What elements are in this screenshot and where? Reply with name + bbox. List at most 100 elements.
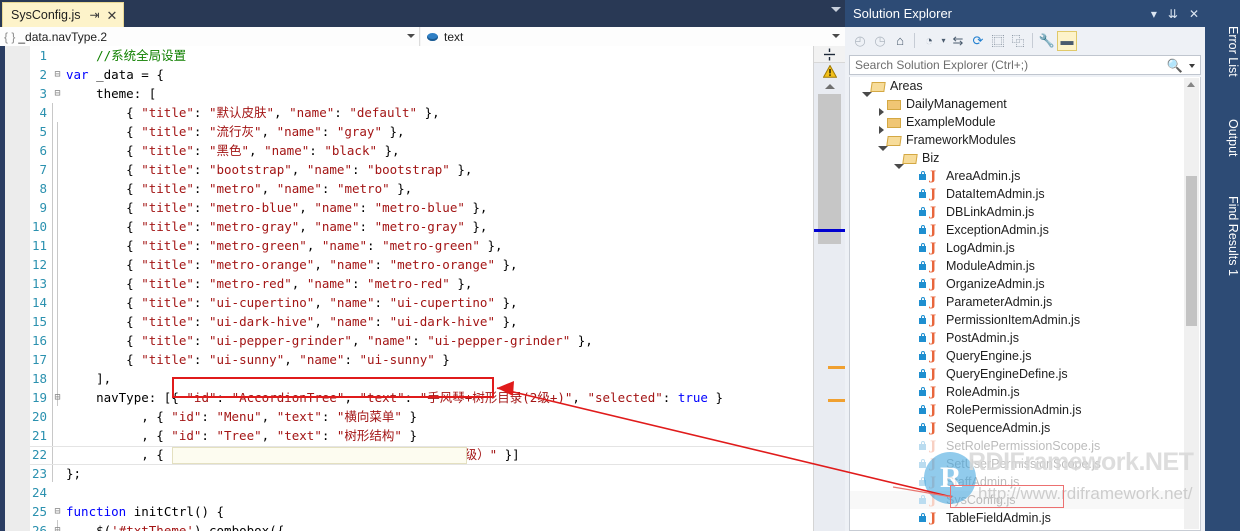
tab-error-list[interactable]: Error List [1205,4,1240,92]
forward-icon[interactable]: ◷ [870,31,890,51]
code-line[interactable]: 15 { "title": "ui-dark-hive", "name": "ui… [0,312,813,331]
code-line[interactable]: 6 { "title": "黑色", "name": "black" }, [0,141,813,160]
pin-icon[interactable]: ⇥ [89,9,99,21]
show-all-files-icon[interactable]: ⿻ [1008,31,1028,51]
tree-item[interactable]: J SetUserPermissionScope.js [850,455,1186,473]
scope-dropdown[interactable]: { } _data.navType.2 [0,27,420,46]
find-result-marker [828,399,845,402]
code-line[interactable]: 5 { "title": "流行灰", "name": "gray" }, [0,122,813,141]
code-line[interactable]: 11 { "title": "metro-green", "name": "met… [0,236,813,255]
code-line[interactable]: 12 { "title": "metro-orange", "name": "me… [0,255,813,274]
code-line[interactable]: 1 //系统全局设置 [0,46,813,65]
pin-icon[interactable]: ⇊ [1168,8,1178,20]
sync-with-editor-icon[interactable]: ⇆ [948,31,968,51]
chevron-down-icon[interactable]: ▾ [939,31,948,51]
code-line[interactable]: 16 { "title": "ui-pepper-grinder", "name"… [0,331,813,350]
code-line[interactable]: 23}; [0,464,813,483]
fold-toggle-icon[interactable]: ⊟ [52,84,63,103]
line-number: 11 [31,238,47,253]
scroll-up-arrow[interactable] [825,84,835,89]
tree-item[interactable]: J LogAdmin.js [850,239,1186,257]
tree-item[interactable]: J TableFieldAdmin.js [850,509,1186,527]
scroll-up-arrow[interactable] [1187,82,1195,87]
editor-tab-sysconfig[interactable]: SysConfig.js ⇥ ✕ [2,2,125,27]
tree-item[interactable]: J AreaAdmin.js [850,167,1186,185]
code-line[interactable]: 21 , { "id": "Tree", "text": "树形结构" } [0,426,813,445]
chevron-down-icon[interactable] [831,7,841,12]
tree-item[interactable]: J DBLinkAdmin.js [850,203,1186,221]
tree-item-label: LogAdmin.js [946,241,1015,255]
toolbar-separator [1032,33,1033,48]
fold-toggle-icon[interactable]: ⊟ [52,388,63,407]
tree-item[interactable]: FrameworkModules [850,131,1186,151]
warning-icon[interactable] [814,63,845,80]
tree-item[interactable]: DailyManagement [850,95,1186,116]
tree-item[interactable]: ExampleModule [850,113,1186,134]
collapse-all-icon[interactable]: ⿴ [988,31,1008,51]
chevron-down-icon[interactable] [832,34,840,38]
code-line[interactable]: 26 ⊟ $('#txtTheme').combobox({ [0,521,813,531]
line-number: 22 [31,447,47,462]
tree-item[interactable]: J SequenceAdmin.js [850,419,1186,437]
close-icon[interactable]: ✕ [1189,8,1199,20]
member-dropdown[interactable]: text [421,27,845,46]
tab-find-results-1[interactable]: Find Results 1 [1205,178,1240,288]
code-line[interactable]: 24 [0,483,813,502]
tree-item[interactable]: J ModuleAdmin.js [850,257,1186,275]
tree-item[interactable]: J ParameterAdmin.js [850,293,1186,311]
properties-icon[interactable]: 🔧 [1037,31,1057,51]
solution-explorer-tree[interactable]: Areas DailyManagement ExampleModule Framewo… [849,77,1201,531]
home-icon[interactable]: ⌂ [890,31,910,51]
tree-item[interactable]: JUserAdmin.js [850,527,1186,530]
code-line[interactable]: 10 { "title": "metro-gray", "name": "metr… [0,217,813,236]
solution-explorer-toolbar[interactable]: ◴ ◷ ⌂ ◔ ▾ ⇆ ⟳ ⿴⿻ 🔧 ▬ [845,27,1205,54]
code-line[interactable]: 3 ⊟ theme: [ [0,84,813,103]
code-line[interactable]: 25 ⊟ function initCtrl() { [0,502,813,521]
preview-selected-icon[interactable]: ▬ [1057,30,1077,51]
tab-output[interactable]: Output [1205,100,1240,170]
code-line[interactable]: 7 { "title": "bootstrap", "name": "bootst… [0,160,813,179]
code-text: { "title": "metro-red", "name": "metro-r… [126,276,473,291]
dropdown-icon[interactable]: ▾ [1151,8,1157,20]
code-line[interactable]: 13 { "title": "metro-red", "name": "metro… [0,274,813,293]
tree-item[interactable]: J SetRolePermissionScope.js [850,437,1186,455]
tree-item[interactable]: J PostAdmin.js [850,329,1186,347]
chevron-down-icon[interactable] [407,34,415,38]
tree-item[interactable]: J QueryEngineDefine.js [850,365,1186,383]
javascript-file-icon: J [930,474,937,490]
tree-item[interactable]: J RoleAdmin.js [850,383,1186,401]
tree-item[interactable]: Areas [850,77,1186,97]
back-icon[interactable]: ◴ [850,31,870,51]
scrollbar-thumb[interactable] [818,94,841,244]
tree-item[interactable]: J QueryEngine.js [850,347,1186,365]
javascript-file-icon: J [930,492,937,508]
code-line[interactable]: 2 ⊟ var _data = { [0,65,813,84]
tree-item[interactable]: J OrganizeAdmin.js [850,275,1186,293]
split-view-icon[interactable] [814,46,845,63]
fold-toggle-icon[interactable]: ⊟ [52,65,63,84]
refresh-icon[interactable]: ⟳ [968,31,988,51]
code-text: { "title": "bootstrap", "name": "bootstr… [126,162,473,177]
pending-changes-icon[interactable]: ◔ [919,31,939,51]
close-icon[interactable]: ✕ [107,9,118,22]
code-line[interactable]: 17 { "title": "ui-sunny", "name": "ui-sun… [0,350,813,369]
code-line[interactable]: 4 { "title": "默认皮肤", "name": "default" }, [0,103,813,122]
tree-item[interactable]: J ExceptionAdmin.js [850,221,1186,239]
code-line[interactable]: 14 { "title": "ui-cupertino", "name": "ui… [0,293,813,312]
fold-toggle-icon[interactable]: ⊟ [52,502,63,521]
tree-item[interactable]: Biz [850,149,1186,169]
search-icon[interactable]: 🔍 [1167,58,1183,74]
fold-toggle-icon[interactable]: ⊟ [52,521,63,531]
tree-item[interactable]: J DataItemAdmin.js [850,185,1186,203]
editor-vertical-scrollbar[interactable] [813,46,845,531]
tree-item[interactable]: J PermissionItemAdmin.js [850,311,1186,329]
search-solution-explorer-input[interactable]: Search Solution Explorer (Ctrl+;) 🔍 [849,55,1201,75]
code-text: }; [66,466,82,481]
code-line[interactable]: 9 { "title": "metro-blue", "name": "metro… [0,198,813,217]
scrollbar-thumb[interactable] [1186,176,1197,326]
tree-scrollbar[interactable] [1184,78,1199,529]
tree-item[interactable]: J RolePermissionAdmin.js [850,401,1186,419]
code-line[interactable]: 20 , { "id": "Menu", "text": "横向菜单" } [0,407,813,426]
chevron-down-icon[interactable] [1189,64,1195,68]
code-line[interactable]: 8 { "title": "metro", "name": "metro" }, [0,179,813,198]
